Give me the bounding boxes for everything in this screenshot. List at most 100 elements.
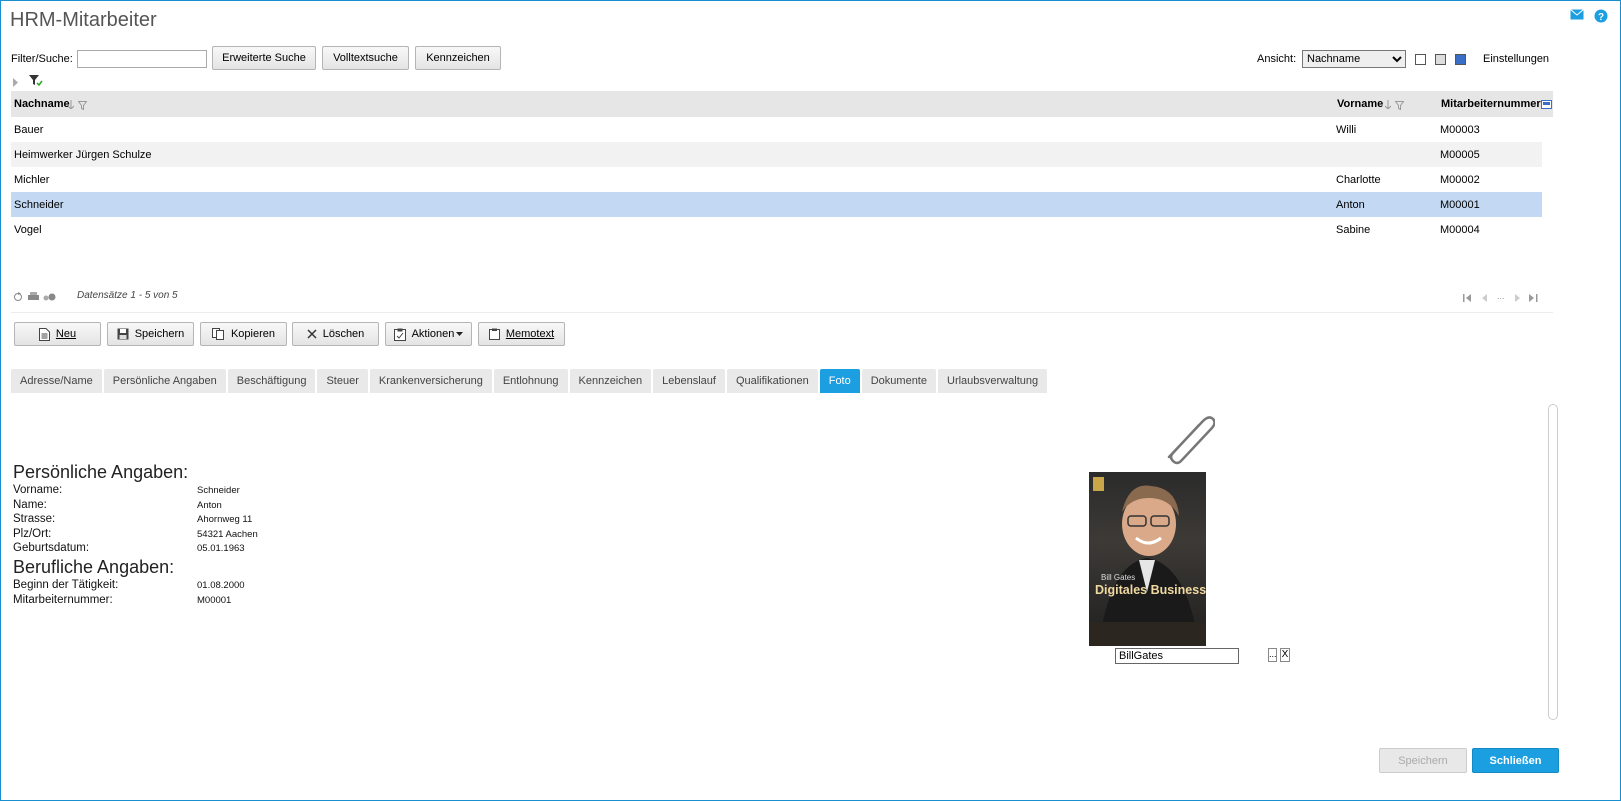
save-label: Speichern [134,328,185,340]
view-label: Ansicht: [1257,53,1297,65]
delete-button[interactable]: Löschen [292,322,379,346]
tab-foto[interactable]: Foto [819,369,860,393]
table-row[interactable]: Michler Charlotte M00002 [11,167,1542,192]
page-title: HRM-Mitarbeiter [10,9,157,31]
filter-label: Filter/Suche: [11,53,73,65]
table-row-selected[interactable]: Schneider Anton M00001 [11,192,1542,217]
expand-arrow-icon[interactable] [12,76,19,90]
new-label: Neu [55,328,77,340]
field-value: Schneider [197,485,240,496]
field-label: Name: [13,499,47,511]
tab-entlohnung[interactable]: Entlohnung [493,369,568,393]
delete-label: Löschen [322,328,365,340]
field-label: Geburtsdatum: [13,542,90,554]
settings-link[interactable]: Einstellungen [1483,53,1549,65]
cell-nummer: M00003 [1440,124,1480,136]
tab-kennzeichen[interactable]: Kennzeichen [569,369,652,393]
close-button[interactable]: Schließen [1472,748,1559,773]
prev-page-icon[interactable] [1482,291,1487,305]
field-label: Vorname: [13,484,63,496]
record-count: Datensätze 1 - 5 von 5 [77,290,178,301]
field-value: Ahornweg 11 [197,514,253,525]
scrollbar[interactable] [1548,404,1558,720]
field-value: M00001 [197,595,232,606]
save-icon [117,328,129,340]
footer-save-button[interactable]: Speichern [1379,748,1467,773]
save-button[interactable]: Speichern [107,322,194,346]
cell-nummer: M00005 [1440,149,1480,161]
memo-label: Memotext [505,328,555,340]
tab-krankenversicherung[interactable]: Krankenversicherung [369,369,492,393]
browse-button[interactable]: ... [1268,648,1277,662]
divider [11,312,1553,313]
new-button[interactable]: Neu [14,322,101,346]
filter-active-icon[interactable] [29,75,43,90]
filter-input[interactable] [77,50,207,68]
tab-persoenliche-angaben[interactable]: Persönliche Angaben [103,369,226,393]
table-row[interactable]: Vogel Sabine M00004 [11,217,1542,242]
personal-section-title: Persönliche Angaben: [13,462,189,482]
copy-icon [211,328,224,340]
tab-adresse-name[interactable]: Adresse/Name [11,369,102,393]
first-page-icon[interactable] [1463,291,1472,305]
fulltext-search-button[interactable]: Volltextsuche [322,46,409,70]
view-list-icon[interactable] [1415,54,1426,65]
help-icon[interactable]: ? [1594,9,1608,23]
table-row[interactable]: Bauer Willi M00003 [11,117,1542,142]
sort-icon[interactable] [1384,98,1392,112]
tab-qualifikationen[interactable]: Qualifikationen [726,369,818,393]
cell-vorname: Sabine [1336,224,1371,236]
clear-photo-button[interactable]: X [1280,648,1290,662]
cell-nachname: Bauer [14,124,44,136]
export-icon[interactable] [43,291,56,305]
field-value: 05.01.1963 [197,543,245,554]
tab-steuer[interactable]: Steuer [317,369,368,393]
print-icon[interactable] [28,291,39,305]
col-nachname[interactable]: Nachname [14,98,70,110]
field-value: 54321 Aachen [197,529,258,540]
filter-icon[interactable] [77,99,88,113]
view-select[interactable]: Nachname [1302,50,1406,68]
mail-icon[interactable] [1570,9,1584,23]
field-label: Beginn der Tätigkeit: [13,579,119,591]
tab-lebenslauf[interactable]: Lebenslauf [653,369,725,393]
column-chooser-icon[interactable] [1541,98,1552,112]
tab-dokumente[interactable]: Dokumente [861,369,936,393]
caret-down-icon [456,332,464,336]
col-vorname[interactable]: Vorname [1337,98,1383,110]
field-label: Plz/Ort: [13,528,52,540]
col-mitarbeiternummer[interactable]: Mitarbeiternummer [1441,98,1541,110]
actions-dropdown-button[interactable]: Aktionen [385,322,472,346]
view-split-icon[interactable] [1435,54,1446,65]
cell-vorname: Anton [1336,199,1365,211]
grid-header: Nachname Vorname Mitarbeiternummer [11,91,1553,117]
last-page-icon[interactable] [1529,291,1538,305]
flags-button[interactable]: Kennzeichen [415,46,501,70]
cell-nummer: M00004 [1440,224,1480,236]
refresh-icon[interactable] [13,291,23,305]
filter-icon[interactable] [1394,99,1405,113]
cell-nachname: Michler [14,174,50,186]
cover-title: Digitales Business [1095,583,1206,597]
next-page-icon[interactable] [1515,291,1520,305]
tab-urlaubsverwaltung[interactable]: Urlaubsverwaltung [938,369,1048,393]
field-value: 01.08.2000 [197,580,245,591]
book-badge [1093,477,1104,491]
tab-beschaeftigung[interactable]: Beschäftigung [227,369,316,393]
extended-search-button[interactable]: Erweiterte Suche [212,46,316,70]
cell-nachname: Schneider [14,199,64,211]
copy-button[interactable]: Kopieren [200,322,287,346]
table-row[interactable]: Heimwerker Jürgen Schulze M00005 [11,142,1542,167]
cover-author: Bill Gates [1101,573,1136,582]
actions-label: Aktionen [411,328,455,340]
top-icons: ? [1570,9,1608,23]
clipboard-icon [393,328,406,341]
copy-label: Kopieren [230,328,276,340]
photo-filename-input[interactable] [1115,648,1239,664]
view-detail-icon[interactable] [1455,54,1466,65]
close-icon [307,329,317,339]
sort-icon[interactable] [67,98,75,112]
cell-nachname: Heimwerker Jürgen Schulze [14,149,152,161]
memo-button[interactable]: Memotext [478,322,565,346]
tab-bar: Adresse/Name Persönliche Angaben Beschäf… [11,369,1048,393]
